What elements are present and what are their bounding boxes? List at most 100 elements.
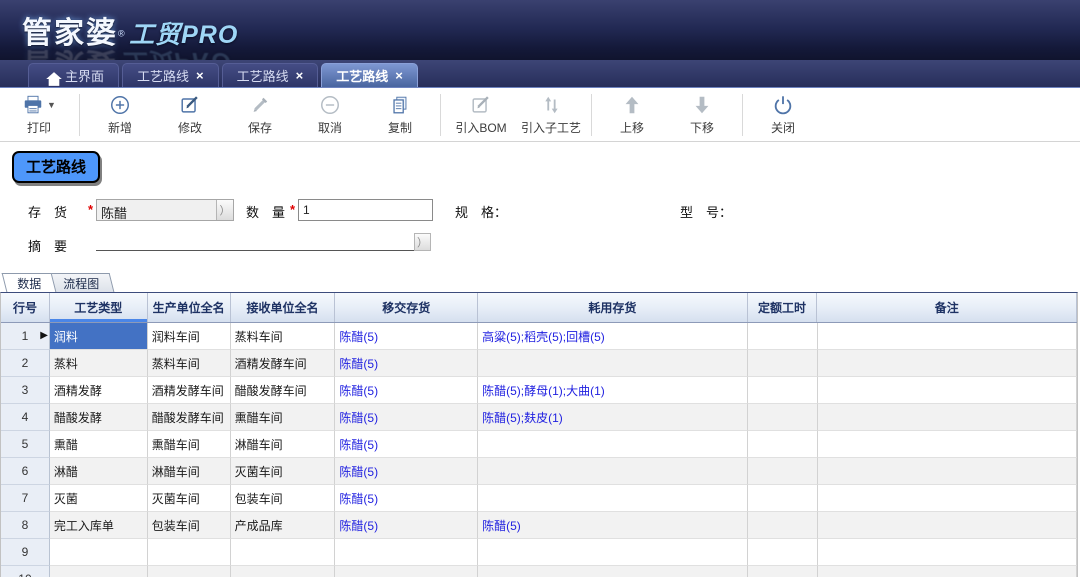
table-cell[interactable] — [478, 350, 747, 377]
grid-header-cell[interactable]: 接收单位全名 — [231, 293, 336, 322]
table-cell[interactable] — [818, 404, 1078, 431]
table-cell[interactable] — [335, 566, 478, 577]
table-cell[interactable]: 陈醋(5) — [478, 512, 747, 539]
table-cell[interactable] — [478, 458, 747, 485]
table-cell[interactable]: 灭菌车间 — [231, 458, 336, 485]
table-cell[interactable]: 醋酸发酵车间 — [231, 377, 336, 404]
table-cell[interactable] — [818, 512, 1078, 539]
subtab-data[interactable]: 数据 — [2, 273, 57, 292]
table-cell[interactable]: 高粱(5);稻壳(5);回槽(5) — [478, 323, 747, 350]
window-tab-2[interactable]: 工艺路线× — [222, 63, 319, 87]
table-cell[interactable]: 灭菌 — [50, 485, 148, 512]
table-cell[interactable] — [335, 539, 478, 566]
quantity-input[interactable] — [298, 199, 433, 221]
table-cell[interactable] — [748, 512, 818, 539]
inventory-dropdown-icon[interactable]: ） — [216, 200, 233, 220]
window-tab-1[interactable]: 工艺路线× — [122, 63, 219, 87]
table-cell[interactable] — [231, 539, 336, 566]
grid-header-cell[interactable]: 定额工时 — [748, 293, 818, 322]
table-cell[interactable]: 陈醋(5) — [335, 404, 478, 431]
table-cell[interactable] — [748, 431, 818, 458]
table-cell[interactable]: 陈醋(5);酵母(1);大曲(1) — [478, 377, 747, 404]
table-cell[interactable]: 陈醋(5) — [335, 350, 478, 377]
table-cell[interactable] — [748, 458, 818, 485]
window-tab-home[interactable]: 主界面 — [28, 63, 119, 87]
print-button[interactable]: ▼打印 — [4, 91, 74, 139]
table-cell[interactable] — [748, 404, 818, 431]
table-cell[interactable]: 醋酸发酵 — [50, 404, 148, 431]
table-cell[interactable]: 灭菌车间 — [148, 485, 231, 512]
table-cell[interactable]: 淋醋车间 — [231, 431, 336, 458]
table-cell[interactable]: 陈醋(5) — [335, 485, 478, 512]
grid-header-cell[interactable]: 耗用存货 — [478, 293, 748, 322]
table-cell[interactable]: 酒精发酵 — [50, 377, 148, 404]
add-button[interactable]: 新增 — [85, 91, 155, 139]
grid-header-cell[interactable]: 生产单位全名 — [148, 293, 231, 322]
subtab-flowchart[interactable]: 流程图 — [48, 273, 115, 292]
table-cell[interactable]: 陈醋(5) — [335, 323, 478, 350]
table-cell[interactable] — [748, 323, 818, 350]
edit-button[interactable]: 修改 — [155, 91, 225, 139]
tab-close-icon[interactable]: × — [296, 69, 304, 82]
table-cell[interactable]: 蒸料 — [50, 350, 148, 377]
table-cell[interactable]: 淋醋车间 — [148, 458, 231, 485]
summary-input[interactable] — [96, 231, 414, 251]
table-cell[interactable]: 陈醋(5) — [335, 377, 478, 404]
table-cell[interactable] — [748, 566, 818, 577]
close-button[interactable]: 关闭 — [748, 91, 818, 139]
tab-close-icon[interactable]: × — [395, 69, 403, 82]
table-cell[interactable] — [148, 566, 231, 577]
table-cell[interactable] — [748, 377, 818, 404]
table-cell[interactable]: 熏醋 — [50, 431, 148, 458]
table-cell[interactable] — [478, 539, 747, 566]
table-cell[interactable] — [748, 485, 818, 512]
table-cell[interactable]: 酒精发酵车间 — [231, 350, 336, 377]
table-cell[interactable] — [478, 431, 747, 458]
table-cell[interactable]: 完工入库单 — [50, 512, 148, 539]
table-cell[interactable] — [818, 566, 1078, 577]
table-cell[interactable] — [818, 485, 1078, 512]
tab-close-icon[interactable]: × — [196, 69, 204, 82]
summary-dropdown-icon[interactable]: ） — [414, 233, 431, 251]
table-cell[interactable] — [478, 485, 747, 512]
table-cell[interactable]: 蒸料车间 — [231, 323, 336, 350]
caret-down-icon[interactable]: ▼ — [47, 100, 56, 110]
table-cell[interactable] — [50, 566, 148, 577]
table-cell[interactable]: 陈醋(5) — [335, 458, 478, 485]
table-cell[interactable] — [148, 539, 231, 566]
table-cell[interactable]: 陈醋(5) — [335, 512, 478, 539]
table-cell[interactable] — [818, 539, 1078, 566]
inventory-field[interactable]: 陈醋 ） — [96, 199, 234, 221]
table-cell[interactable]: 蒸料车间 — [148, 350, 231, 377]
toolbar-button-label: 下移 — [690, 119, 714, 136]
grid-header-cell[interactable]: 行号 — [1, 293, 50, 322]
table-cell[interactable]: 包装车间 — [231, 485, 336, 512]
table-cell[interactable] — [818, 350, 1078, 377]
table-cell[interactable]: 熏醋车间 — [231, 404, 336, 431]
table-cell[interactable]: 醋酸发酵车间 — [148, 404, 231, 431]
table-cell[interactable]: 熏醋车间 — [148, 431, 231, 458]
table-cell[interactable] — [818, 458, 1078, 485]
table-cell[interactable]: 陈醋(5) — [335, 431, 478, 458]
table-cell[interactable]: 包装车间 — [148, 512, 231, 539]
grid-header-cell[interactable]: 移交存货 — [335, 293, 478, 322]
table-cell[interactable]: 酒精发酵车间 — [148, 377, 231, 404]
table-cell[interactable] — [748, 350, 818, 377]
view-subtabs: 数据流程图 — [4, 273, 1080, 292]
table-cell[interactable] — [478, 566, 747, 577]
table-cell[interactable] — [748, 539, 818, 566]
table-cell[interactable]: 润料车间 — [148, 323, 231, 350]
table-cell[interactable] — [818, 377, 1078, 404]
grid-header-cell[interactable]: 备注 — [817, 293, 1077, 322]
table-cell[interactable]: 陈醋(5);麸皮(1) — [478, 404, 747, 431]
grid-header-cell[interactable]: 工艺类型 — [50, 293, 148, 322]
table-cell[interactable]: 润料 — [50, 323, 148, 350]
table-cell[interactable]: 淋醋 — [50, 458, 148, 485]
copy-button[interactable]: 复制 — [365, 91, 435, 139]
table-cell[interactable] — [231, 566, 336, 577]
table-cell[interactable] — [818, 431, 1078, 458]
window-tab-3[interactable]: 工艺路线× — [321, 63, 418, 87]
table-cell[interactable] — [818, 323, 1078, 350]
table-cell[interactable]: 产成品库 — [231, 512, 336, 539]
table-cell[interactable] — [50, 539, 148, 566]
